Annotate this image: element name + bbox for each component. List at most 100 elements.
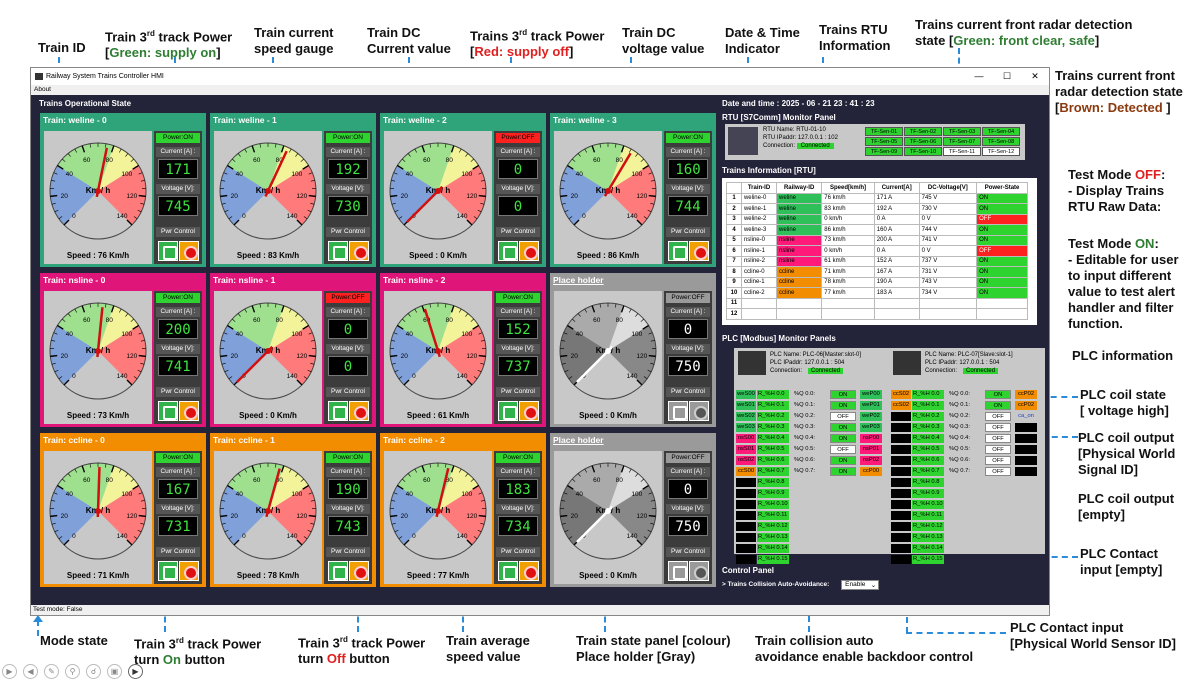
- plc-coil-output: weP01: [860, 401, 882, 410]
- table-row[interactable]: 4 weline-3 weline 86 km/h 160 A 744 V ON: [726, 224, 1028, 236]
- plc-conn-label: Connection:: [770, 368, 803, 374]
- table-row[interactable]: 2 weline-1 weline 83 km/h 192 A 730 V ON: [726, 203, 1028, 215]
- table-row[interactable]: 5 nsline-0 nsline 73 km/h 200 A 741 V ON: [726, 234, 1028, 246]
- power-on-button[interactable]: [158, 241, 178, 261]
- gauge-tick-label: 80: [616, 477, 624, 484]
- table-row[interactable]: 3 weline-2 weline 0 km/h 0 A0 V OFF: [726, 213, 1028, 225]
- close-icon[interactable]: ✕: [1021, 71, 1049, 82]
- pwr-control-label: Pwr Control: [326, 547, 370, 557]
- speed-gauge: 020406080100120140Km / h: [384, 291, 492, 408]
- power-on-button[interactable]: [328, 401, 348, 421]
- plc-name: PLC Name: PLC-06[Master:slot-0]: [770, 352, 862, 358]
- power-on-button[interactable]: [328, 241, 348, 261]
- control-panel-title: Control Panel: [722, 566, 775, 575]
- plc-holding-register: R_%H 0.7: [912, 467, 944, 476]
- table-row[interactable]: 1 weline-0 weline 76 km/h 171 A 745 V ON: [726, 192, 1028, 204]
- plc-coil-output: [1015, 423, 1037, 432]
- pwr-control-label: Pwr Control: [666, 547, 710, 557]
- table-row[interactable]: 12: [726, 308, 1028, 320]
- view-icon[interactable]: ▣: [107, 664, 122, 679]
- gauge-tick: [308, 354, 316, 358]
- train-id-label: Train: ccline - 1: [213, 435, 275, 445]
- table-row[interactable]: 9 ccline-1 ccline 78 km/h 190 A 743 V ON: [726, 276, 1028, 288]
- train-info-table[interactable]: Train-ID Railway-ID Speed[km/h] Current[A] D…: [726, 182, 1028, 320]
- power-off-button[interactable]: [179, 401, 199, 421]
- gauge-tick-label: 0: [582, 213, 586, 220]
- plc-coil-state: OFF: [985, 445, 1011, 454]
- power-on-button[interactable]: [498, 561, 518, 581]
- plc-coil-state: ON: [830, 456, 856, 465]
- gauge-tick-label: 100: [291, 491, 302, 498]
- play-icon[interactable]: ▶: [2, 664, 17, 679]
- power-off-button[interactable]: [519, 561, 539, 581]
- power-on-button[interactable]: [668, 561, 688, 581]
- plc-holding-register: R_%H 0.7: [757, 467, 789, 476]
- annotation-coil-empty: PLC coil output [empty]: [1078, 491, 1175, 522]
- table-cell: nsline-0: [740, 234, 778, 246]
- current-label: Current [A] :: [156, 467, 200, 477]
- plc-panel-title: PLC [Modbus] Monitor Panels: [722, 334, 836, 343]
- table-row[interactable]: 8 ccline-0 ccline 71 km/h 167 A 731 V ON: [726, 266, 1028, 278]
- voltage-value: 750: [668, 356, 708, 376]
- video-icon[interactable]: ▶: [128, 664, 143, 679]
- power-on-button[interactable]: [668, 241, 688, 261]
- gauge-tick-label: 40: [406, 331, 414, 338]
- rtu-ip: RTU IPaddr: 127.0.0.1 : 102: [763, 135, 838, 141]
- plc-contact-input: [891, 522, 911, 531]
- power-off-button[interactable]: [179, 241, 199, 261]
- maximize-icon[interactable]: ☐: [993, 71, 1021, 82]
- minimize-icon[interactable]: —: [965, 71, 993, 82]
- search-icon[interactable]: ☌: [86, 664, 101, 679]
- power-off-button[interactable]: [519, 241, 539, 261]
- power-off-button[interactable]: [519, 401, 539, 421]
- plc-holding-register: R_%H 0.8: [912, 478, 944, 487]
- table-row[interactable]: 7 nsline-2 nsline 61 km/h 152 A 737 V ON: [726, 255, 1028, 267]
- plc-coil-state: OFF: [830, 445, 856, 454]
- gauge-tick-label: 100: [121, 491, 132, 498]
- table-cell: nsline: [775, 234, 823, 246]
- power-off-button[interactable]: [179, 561, 199, 581]
- plc-contact-input: [891, 412, 911, 421]
- power-off-button[interactable]: [689, 561, 709, 581]
- plc-name: PLC Name: PLC-07[Slave:slot-1]: [925, 352, 1013, 358]
- pen-icon[interactable]: ✎: [44, 664, 59, 679]
- zoom-icon[interactable]: ⚲: [65, 664, 80, 679]
- gauge-tick-label: 120: [296, 353, 307, 360]
- current-label: Current [A] :: [326, 467, 370, 477]
- power-off-button[interactable]: [349, 241, 369, 261]
- power-off-button[interactable]: [689, 241, 709, 261]
- plc-holding-register: R_%H 0.2: [757, 412, 789, 421]
- power-off-button[interactable]: [349, 561, 369, 581]
- collision-select[interactable]: Enable ⌄: [841, 580, 880, 590]
- power-on-button[interactable]: [328, 561, 348, 581]
- gauge-tick: [138, 194, 146, 198]
- power-state-indicator: Power:ON: [496, 453, 540, 463]
- menu-about[interactable]: About: [34, 86, 51, 93]
- current-value: 0: [668, 319, 708, 339]
- annotation-gauge: Train current speed gauge: [254, 25, 334, 56]
- power-on-button[interactable]: [498, 401, 518, 421]
- gauge-tick-label: 60: [593, 477, 601, 484]
- train-panel: Place holder020406080100120140Km / hSpee…: [550, 273, 716, 427]
- train-panel: Train: nsline - 1020406080100120140Km / …: [210, 273, 376, 427]
- table-cell: 6: [726, 245, 742, 257]
- table-row[interactable]: 10 ccline-2 ccline 77 km/h 183 A 734 V ON: [726, 287, 1028, 299]
- plc-holding-register: R_%H 0.13: [757, 533, 789, 542]
- table-cell: [821, 308, 875, 320]
- plc-contact-input: [891, 489, 911, 498]
- power-on-button[interactable]: [498, 241, 518, 261]
- table-row[interactable]: 6 nsline-1 nsline 0 km/h 0 A0 V OFF: [726, 245, 1028, 257]
- power-on-button[interactable]: [158, 401, 178, 421]
- table-cell: 190 A: [873, 276, 920, 288]
- train-status-panel: Power:ON Current [A] : 171 Voltage [V]: 745 P…: [154, 131, 202, 264]
- power-off-button[interactable]: [689, 401, 709, 421]
- annotation-collision: Train collision auto avoidance enable bac…: [755, 633, 974, 664]
- voltage-value: 741: [158, 356, 198, 376]
- current-value: 0: [328, 319, 368, 339]
- plc-holding-register: R_%H 0.1: [912, 401, 944, 410]
- table-row[interactable]: 11: [726, 297, 1028, 309]
- power-on-button[interactable]: [668, 401, 688, 421]
- previous-icon[interactable]: ◀: [23, 664, 38, 679]
- power-off-button[interactable]: [349, 401, 369, 421]
- power-on-button[interactable]: [158, 561, 178, 581]
